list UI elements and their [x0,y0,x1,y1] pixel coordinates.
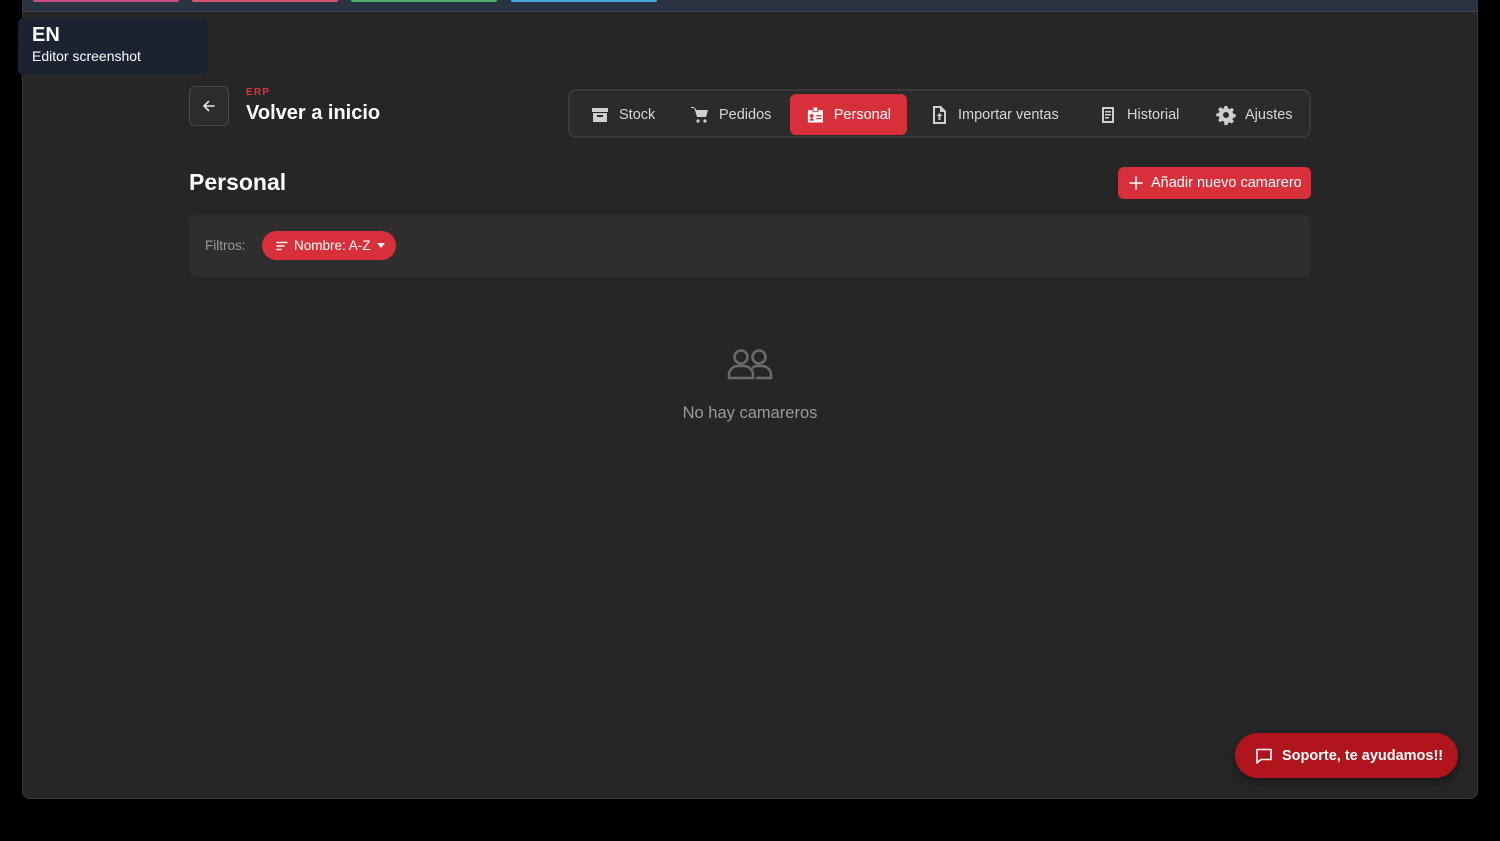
back-to-home-link[interactable]: Volver a inicio [246,102,380,125]
add-button-label: Añadir nuevo camarero [1151,175,1302,191]
language-badge: EN Editor screenshot [18,18,208,75]
top-tab-indicator[interactable] [351,0,497,2]
add-waiter-button[interactable]: Añadir nuevo camarero [1118,167,1311,199]
sort-filter-chip[interactable]: Nombre: A-Z [262,231,396,260]
nav-item-stock[interactable]: Stock [574,94,671,135]
nav-item-pedidos[interactable]: Pedidos [674,94,787,135]
nav-item-ajustes[interactable]: Ajustes [1200,94,1309,135]
nav-item-personal[interactable]: Personal [790,94,907,135]
back-button[interactable] [189,86,229,126]
main-nav: Stock Pedidos Personal Importar ventas H… [568,89,1311,138]
top-tab-indicator[interactable] [192,0,338,2]
empty-state-message: No hay camareros [682,404,818,422]
top-tab-strip [23,0,1477,12]
nav-label: Importar ventas [958,106,1059,123]
section-label: ERP [246,87,271,98]
plus-icon [1129,176,1143,190]
filters-label: Filtros: [205,238,246,253]
language-code: EN [32,24,60,46]
file-upload-icon [933,105,946,124]
support-label: Soporte, te ayudamos!! [1282,747,1444,764]
users-icon [727,349,773,380]
nav-label: Stock [619,106,656,123]
filters-bar: Filtros: Nombre: A-Z [189,215,1311,277]
page-title: Personal [189,169,287,195]
support-chat-button[interactable]: Soporte, te ayudamos!! [1235,733,1458,778]
arrow-left-icon [203,100,215,112]
archive-box-icon [592,107,608,122]
receipt-icon [1102,106,1114,123]
top-tab-indicator[interactable] [33,0,179,2]
nav-label: Pedidos [719,106,772,123]
shopping-cart-icon [691,106,708,123]
sort-icon [276,241,288,250]
nav-item-historial[interactable]: Historial [1082,94,1195,135]
chat-bubble-icon [1256,748,1272,764]
badge-subtitle: Editor screenshot [32,48,141,64]
nav-label: Ajustes [1245,106,1293,123]
nav-item-importar-ventas[interactable]: Importar ventas [913,94,1075,135]
id-badge-icon [807,106,823,123]
top-tab-indicator[interactable] [511,0,657,2]
caret-down-icon [376,243,385,248]
nav-label: Personal [833,106,891,123]
sort-chip-label: Nombre: A-Z [294,238,371,253]
nav-label: Historial [1127,106,1180,123]
gear-icon [1216,105,1236,125]
